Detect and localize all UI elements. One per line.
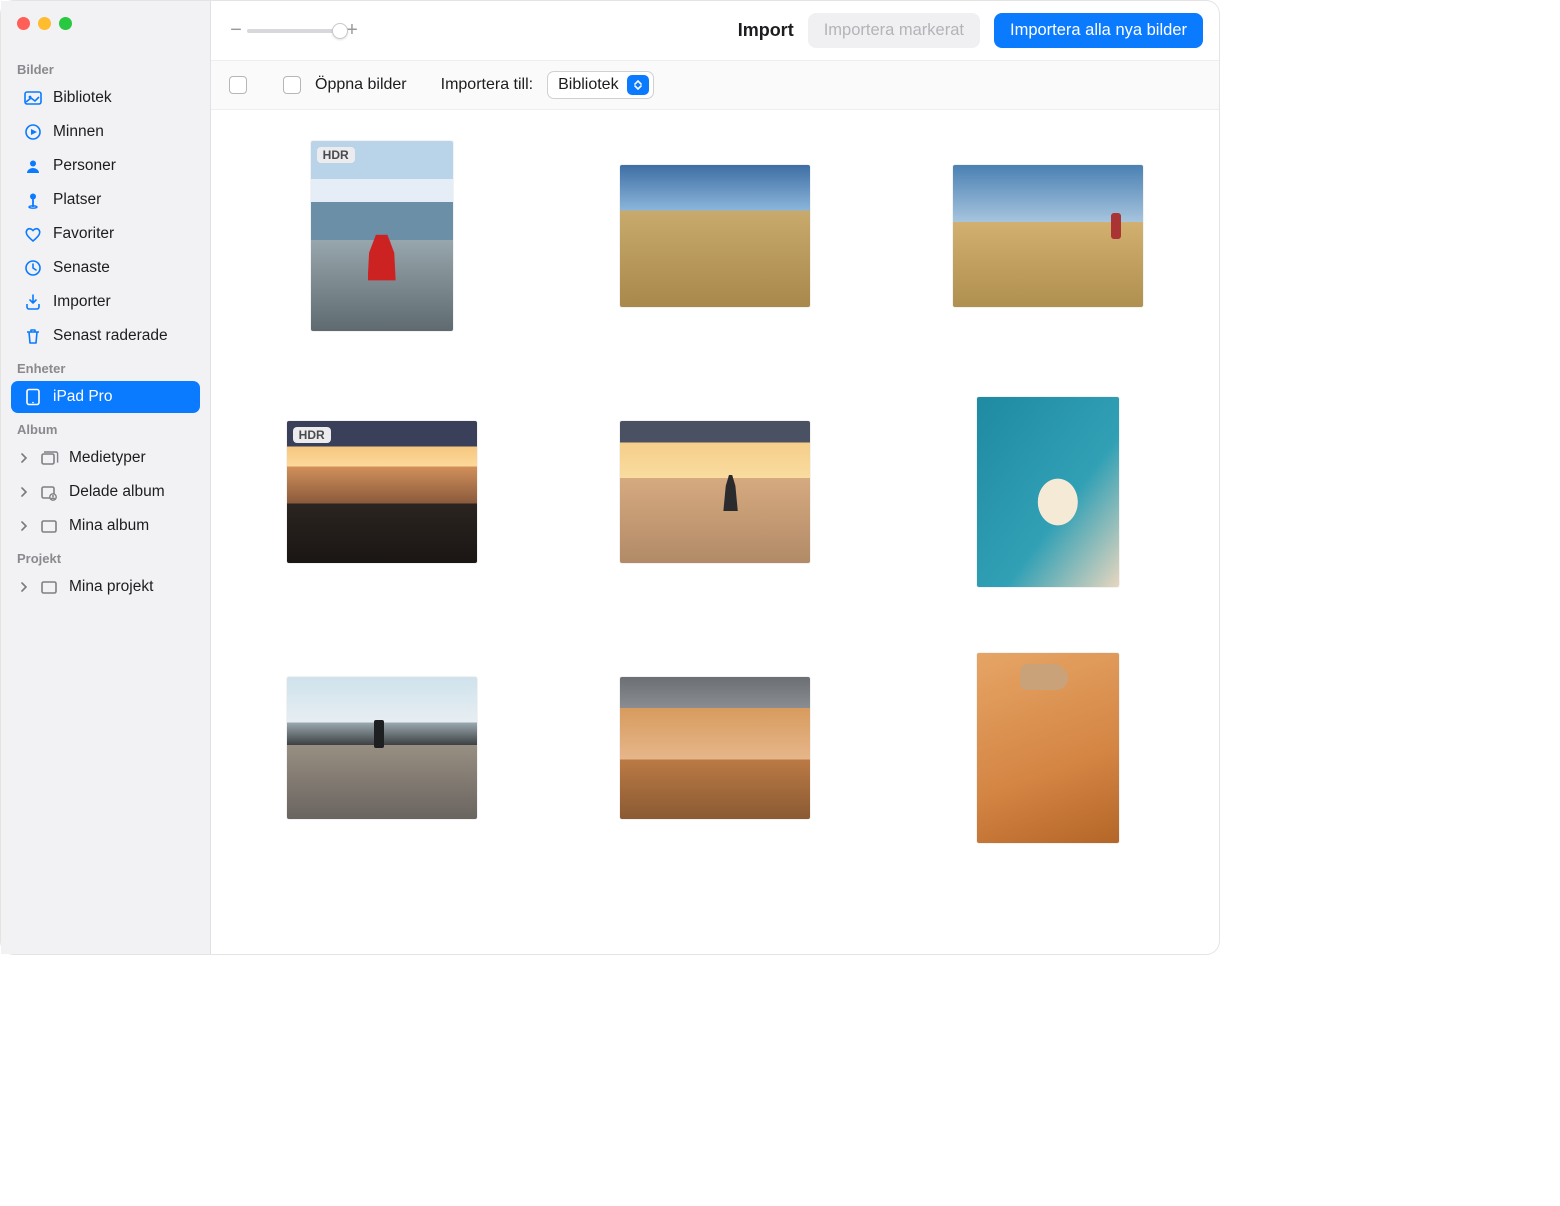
sidebar-item-label: Minnen	[53, 123, 104, 141]
close-window-button[interactable]	[17, 17, 30, 30]
library-icon	[23, 88, 43, 108]
photo-thumbnail[interactable]	[620, 677, 810, 819]
sidebar-item-label: Platser	[53, 191, 101, 209]
sidebar-item-label: Mina album	[69, 517, 149, 535]
sidebar-section-bilder: Bilder	[1, 54, 210, 81]
import-options-bar: Öppna bilder Importera till: Bibliotek	[211, 61, 1219, 110]
photo-thumbnail[interactable]	[620, 165, 810, 307]
photo-thumbnail[interactable]	[287, 677, 477, 819]
ipad-icon	[23, 387, 43, 407]
sidebar-item-label: Senaste	[53, 259, 110, 277]
hdr-badge: HDR	[317, 147, 355, 163]
sidebar-item-mina-projekt[interactable]: Mina projekt	[11, 571, 200, 603]
album-icon	[39, 516, 59, 536]
chevron-right-icon[interactable]	[17, 451, 31, 465]
chevron-right-icon[interactable]	[17, 580, 31, 594]
photo-thumbnail[interactable]: HDR	[311, 141, 453, 331]
trash-icon	[23, 326, 43, 346]
sidebar-item-personer[interactable]: Personer	[11, 150, 200, 182]
project-icon	[39, 577, 59, 597]
photo-thumbnail[interactable]	[977, 653, 1119, 843]
sidebar-item-ipad-pro[interactable]: iPad Pro	[11, 381, 200, 413]
destination-value: Bibliotek	[558, 76, 618, 94]
open-photos-checkbox[interactable]	[283, 76, 301, 94]
sidebar-item-label: iPad Pro	[53, 388, 112, 406]
sidebar-item-label: Bibliotek	[53, 89, 112, 107]
minimize-window-button[interactable]	[38, 17, 51, 30]
zoom-out-icon[interactable]: −	[229, 19, 243, 42]
page-title: Import	[738, 20, 794, 41]
photo-grid: HDR HDR	[211, 110, 1219, 954]
photo-thumbnail[interactable]: HDR	[287, 421, 477, 563]
sidebar-section-enheter: Enheter	[1, 353, 210, 380]
chevron-right-icon[interactable]	[17, 519, 31, 533]
sidebar-item-importer[interactable]: Importer	[11, 286, 200, 318]
sidebar-item-platser[interactable]: Platser	[11, 184, 200, 216]
photo-thumbnail[interactable]	[953, 165, 1143, 307]
sidebar-item-senast-raderade[interactable]: Senast raderade	[11, 320, 200, 352]
chevron-right-icon[interactable]	[17, 485, 31, 499]
sidebar-item-mina-album[interactable]: Mina album	[11, 510, 200, 542]
window-controls	[1, 17, 210, 54]
destination-select[interactable]: Bibliotek	[547, 71, 653, 99]
sidebar-section-album: Album	[1, 414, 210, 441]
sidebar-item-senaste[interactable]: Senaste	[11, 252, 200, 284]
sidebar-item-bibliotek[interactable]: Bibliotek	[11, 82, 200, 114]
main-pane: − + Import Importera markerat Importera …	[211, 1, 1219, 954]
location-icon	[23, 190, 43, 210]
stack-icon	[39, 448, 59, 468]
maximize-window-button[interactable]	[59, 17, 72, 30]
shared-album-icon	[39, 482, 59, 502]
memories-icon	[23, 122, 43, 142]
heart-icon	[23, 224, 43, 244]
sidebar-item-label: Medietyper	[69, 449, 146, 467]
import-icon	[23, 292, 43, 312]
sidebar-item-favoriter[interactable]: Favoriter	[11, 218, 200, 250]
zoom-slider[interactable]: − +	[229, 19, 359, 42]
import-all-button[interactable]: Importera alla nya bilder	[994, 13, 1203, 48]
zoom-thumb[interactable]	[332, 23, 348, 39]
chevron-updown-icon	[627, 75, 649, 95]
select-all-checkbox[interactable]	[229, 76, 247, 94]
sidebar-item-label: Favoriter	[53, 225, 114, 243]
photo-thumbnail[interactable]	[977, 397, 1119, 587]
zoom-track[interactable]	[247, 29, 341, 33]
sidebar-item-label: Personer	[53, 157, 116, 175]
sidebar-item-label: Importer	[53, 293, 111, 311]
sidebar-item-label: Mina projekt	[69, 578, 153, 596]
sidebar-item-delade-album[interactable]: Delade album	[11, 476, 200, 508]
sidebar-section-projekt: Projekt	[1, 543, 210, 570]
open-photos-label: Öppna bilder	[315, 76, 407, 94]
import-selected-button[interactable]: Importera markerat	[808, 13, 980, 48]
photo-thumbnail[interactable]	[620, 421, 810, 563]
sidebar-item-minnen[interactable]: Minnen	[11, 116, 200, 148]
hdr-badge: HDR	[293, 427, 331, 443]
people-icon	[23, 156, 43, 176]
clock-icon	[23, 258, 43, 278]
sidebar-item-label: Senast raderade	[53, 327, 168, 345]
sidebar-item-medietyper[interactable]: Medietyper	[11, 442, 200, 474]
toolbar: − + Import Importera markerat Importera …	[211, 1, 1219, 61]
sidebar-item-label: Delade album	[69, 483, 165, 501]
destination-label: Importera till:	[441, 76, 533, 94]
sidebar: Bilder Bibliotek Minnen Personer Platser…	[1, 1, 211, 954]
